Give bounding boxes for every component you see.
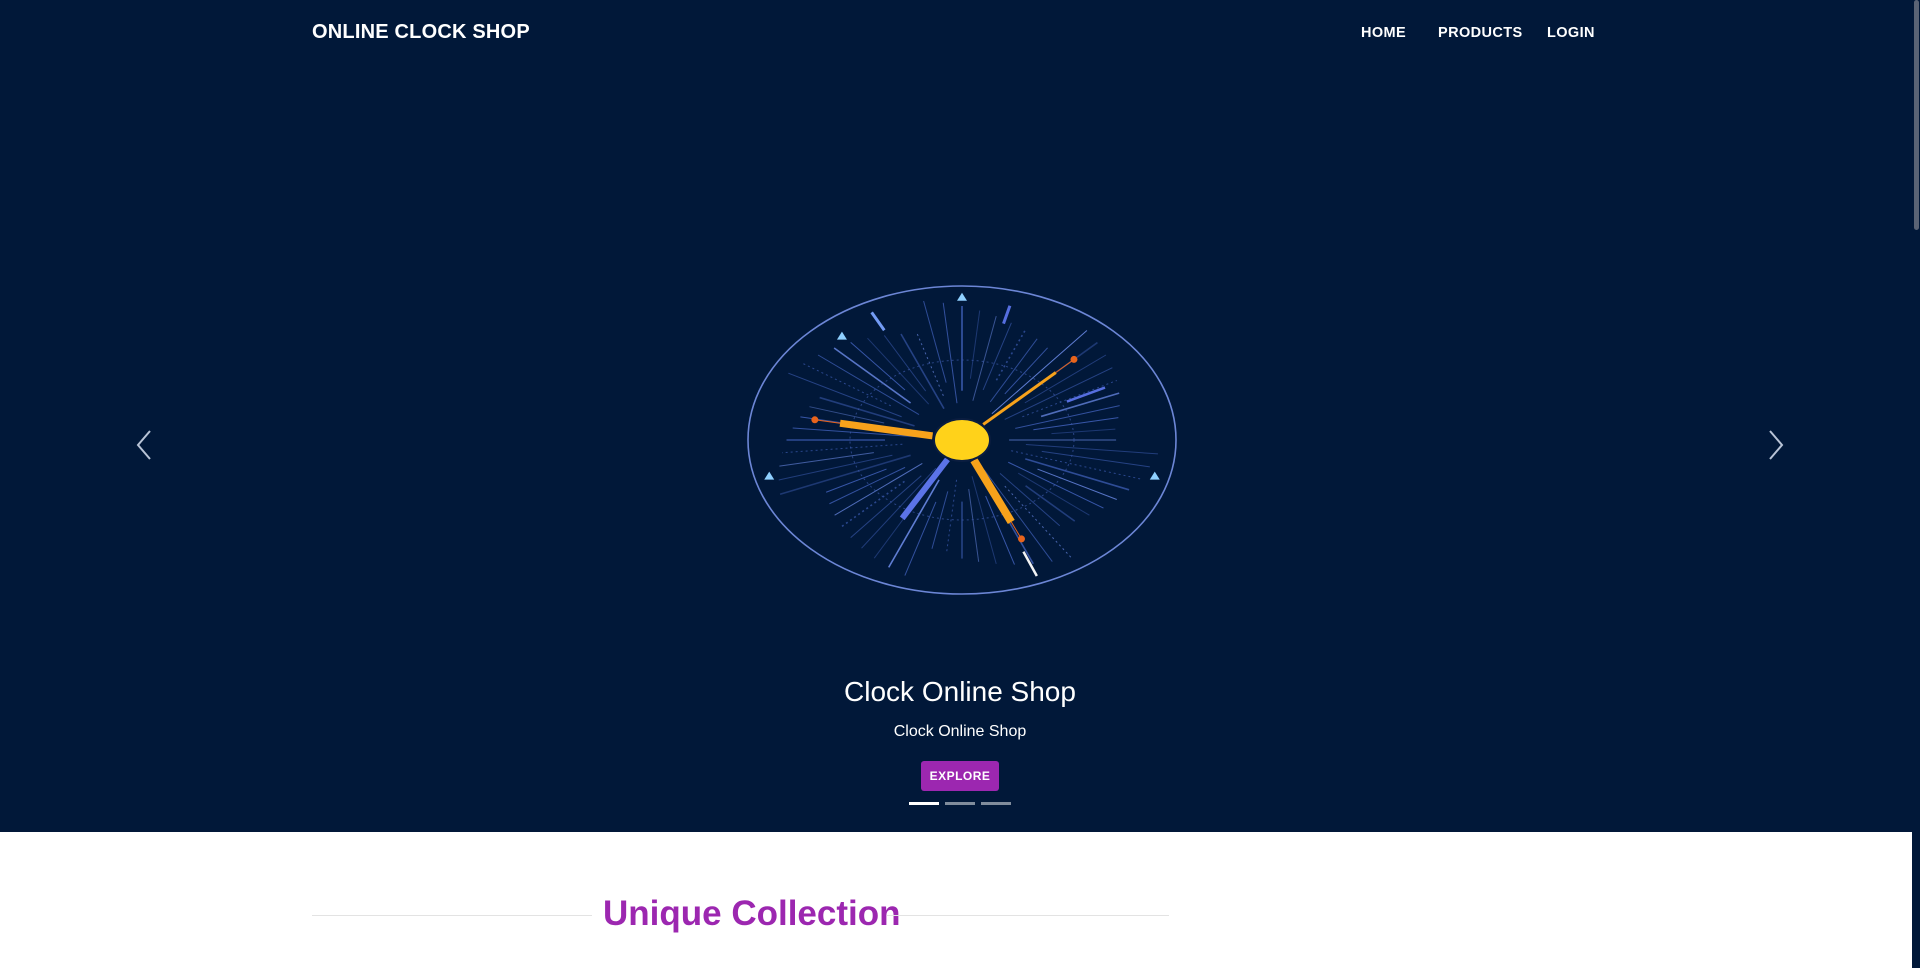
clock-center bbox=[933, 418, 991, 462]
clock-ray bbox=[1033, 417, 1119, 431]
brand-logo[interactable]: ONLINE CLOCK SHOP bbox=[312, 21, 530, 44]
chevron-left-icon bbox=[136, 430, 151, 460]
clock-hand-tip bbox=[1070, 355, 1078, 363]
clock-ray bbox=[899, 457, 950, 521]
clock-ray bbox=[1041, 450, 1150, 468]
carousel-indicator-1[interactable] bbox=[909, 802, 939, 805]
navbar: ONLINE CLOCK SHOP HOME PRODUCTS LOGIN bbox=[0, 0, 1920, 68]
nav-link-home[interactable]: HOME bbox=[1361, 25, 1406, 41]
carousel-prev-button[interactable] bbox=[124, 420, 164, 470]
nav-link-products[interactable]: PRODUCTS bbox=[1438, 25, 1523, 41]
clock-marker bbox=[1149, 471, 1160, 480]
explore-button[interactable]: EXPLORE bbox=[921, 761, 999, 791]
slide-title: Clock Online Shop bbox=[844, 676, 1076, 707]
clock-ray bbox=[779, 452, 874, 467]
clock-marker bbox=[836, 331, 847, 340]
chevron-right-icon bbox=[1769, 430, 1784, 460]
clock-ray bbox=[829, 466, 906, 505]
scrollbar[interactable] bbox=[1912, 0, 1920, 968]
scrollbar-thumb[interactable] bbox=[1914, 0, 1919, 230]
clock-ray bbox=[817, 354, 920, 416]
clock-ray bbox=[839, 419, 934, 440]
clock-ray bbox=[788, 372, 902, 418]
section-divider-right bbox=[887, 915, 1169, 916]
carousel-indicator-2[interactable] bbox=[945, 802, 975, 805]
clock-ray bbox=[802, 362, 892, 407]
clock-ray bbox=[968, 488, 980, 562]
clock-marker bbox=[764, 471, 775, 480]
clock-ray bbox=[969, 310, 981, 379]
clock-ray bbox=[1024, 354, 1107, 404]
nav-link-login[interactable]: LOGIN bbox=[1547, 25, 1595, 41]
slide-subtitle: Clock Online Shop bbox=[893, 723, 1027, 740]
clock-ray bbox=[995, 330, 1026, 381]
carousel-next-button[interactable] bbox=[1756, 420, 1796, 470]
clock-hand-tip bbox=[1017, 535, 1025, 543]
clock-hand-tip bbox=[811, 416, 819, 424]
clock-ray bbox=[931, 491, 949, 549]
hero-carousel: ONLINE CLOCK SHOP HOME PRODUCTS LOGIN Cl… bbox=[0, 0, 1920, 832]
clock-ray bbox=[870, 311, 886, 332]
clock-ray bbox=[779, 454, 911, 495]
clock-ray bbox=[861, 467, 937, 549]
section-title: Unique Collection bbox=[603, 894, 901, 933]
clock-illustration bbox=[747, 285, 1177, 595]
clock-ray bbox=[1004, 485, 1072, 559]
clock-ray bbox=[1017, 472, 1090, 516]
clock-ray bbox=[782, 443, 903, 454]
clock-ray bbox=[972, 316, 997, 401]
carousel-indicator-3[interactable] bbox=[981, 802, 1011, 805]
clock-ray bbox=[1025, 458, 1130, 491]
clock-ray bbox=[923, 300, 947, 383]
clock-ray bbox=[945, 479, 958, 555]
clock-ray bbox=[942, 302, 958, 404]
clock-ray bbox=[1008, 461, 1104, 509]
clock-ray bbox=[1051, 428, 1116, 435]
clock-ray bbox=[982, 371, 1057, 426]
clock-marker bbox=[957, 292, 967, 301]
clock-ray bbox=[778, 454, 893, 481]
clock-ray bbox=[1002, 305, 1012, 325]
clock-ray bbox=[991, 330, 1088, 415]
section-divider-left bbox=[312, 915, 592, 916]
clock-ray bbox=[1022, 551, 1038, 577]
